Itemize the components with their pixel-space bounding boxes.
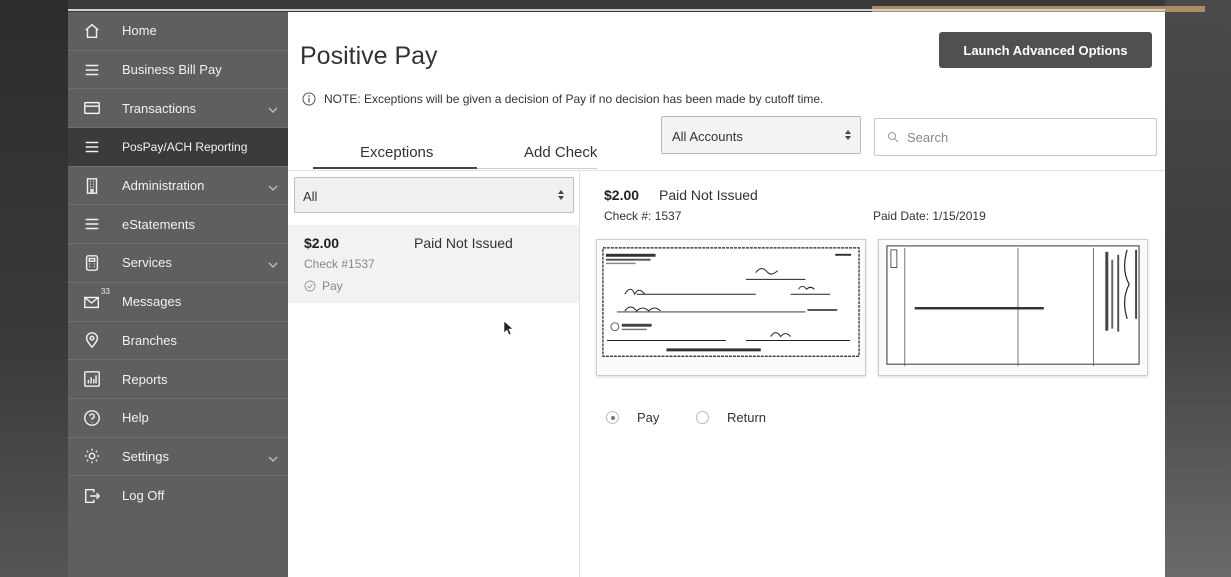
sidebar-item-messages[interactable]: 33 Messages bbox=[68, 283, 288, 322]
chevron-down-icon bbox=[268, 181, 278, 191]
decision-return-label: Return bbox=[727, 410, 767, 425]
exception-list-pane: All $2.00 Paid Not Issued Check #1537 Pa… bbox=[288, 171, 580, 577]
sidebar-item-settings[interactable]: Settings bbox=[68, 438, 288, 477]
active-tab-indicator bbox=[313, 167, 477, 169]
bar-chart-icon bbox=[82, 369, 102, 389]
sidebar-item-log-off[interactable]: Log Off bbox=[68, 476, 288, 515]
location-pin-icon bbox=[82, 330, 102, 350]
sidebar-item-reports[interactable]: Reports bbox=[68, 360, 288, 399]
exception-filter-select[interactable]: All bbox=[294, 177, 574, 213]
select-arrows-icon bbox=[844, 129, 852, 141]
radio-selected-icon bbox=[606, 411, 619, 424]
decision-pay-radio[interactable]: Pay bbox=[606, 410, 659, 425]
home-icon bbox=[82, 21, 102, 41]
chevron-down-icon bbox=[268, 452, 278, 462]
sidebar-item-transactions[interactable]: Transactions bbox=[68, 89, 288, 129]
sidebar-item-label: Transactions bbox=[122, 100, 196, 116]
background-right bbox=[1165, 0, 1231, 577]
search-placeholder: Search bbox=[907, 129, 949, 145]
sidebar-item-label: Log Off bbox=[122, 488, 165, 504]
exception-filter-value: All bbox=[303, 189, 318, 204]
decision-return-radio[interactable]: Return bbox=[696, 410, 766, 425]
tab-add-check[interactable]: Add Check bbox=[524, 144, 597, 161]
menu-icon bbox=[82, 137, 102, 157]
sidebar-item-home[interactable]: Home bbox=[68, 12, 288, 51]
sidebar-item-label: Settings bbox=[122, 448, 169, 464]
cutoff-note: NOTE: Exceptions will be given a decisio… bbox=[302, 92, 823, 106]
check-front-image[interactable] bbox=[596, 239, 866, 376]
check-circle-icon bbox=[304, 280, 316, 292]
sidebar-item-label: PosPay/ACH Reporting bbox=[122, 139, 248, 154]
sidebar-item-label: Branches bbox=[122, 332, 177, 348]
info-icon bbox=[302, 92, 316, 106]
message-count-badge: 33 bbox=[101, 286, 110, 296]
sidebar-item-label: Messages bbox=[122, 294, 182, 310]
accounts-select[interactable]: All Accounts bbox=[661, 116, 861, 154]
sidebar: Home Business Bill Pay Transactions PosP… bbox=[68, 12, 288, 577]
tab-exceptions[interactable]: Exceptions bbox=[360, 144, 433, 161]
mouse-cursor-icon bbox=[503, 320, 514, 336]
search-input[interactable]: Search bbox=[874, 118, 1157, 156]
search-icon bbox=[887, 131, 899, 143]
list-item[interactable]: $2.00 Paid Not Issued Check #1537 Pay bbox=[288, 225, 579, 303]
sidebar-item-services[interactable]: Services bbox=[68, 244, 288, 283]
main-content: Positive Pay Launch Advanced Options NOT… bbox=[288, 12, 1165, 577]
exception-decision-label: Pay bbox=[322, 279, 343, 293]
detail-status: Paid Not Issued bbox=[659, 187, 758, 203]
sidebar-item-pospay-ach-reporting[interactable]: PosPay/ACH Reporting bbox=[68, 128, 288, 167]
background-left bbox=[0, 0, 68, 577]
exception-status: Paid Not Issued bbox=[414, 235, 513, 251]
decision-pay-label: Pay bbox=[637, 410, 660, 425]
exception-decision: Pay bbox=[304, 279, 343, 293]
exception-amount: $2.00 bbox=[304, 235, 340, 251]
sidebar-item-label: Home bbox=[122, 23, 157, 39]
page-title: Positive Pay bbox=[300, 42, 438, 70]
envelope-icon: 33 bbox=[82, 287, 110, 312]
note-text: NOTE: Exceptions will be given a decisio… bbox=[324, 92, 824, 106]
check-back-image[interactable] bbox=[878, 239, 1148, 376]
sidebar-item-administration[interactable]: Administration bbox=[68, 167, 288, 206]
card-icon bbox=[82, 98, 102, 118]
building-icon bbox=[82, 176, 102, 196]
sidebar-item-label: Help bbox=[122, 410, 149, 426]
detail-paid-date: Paid Date: 1/15/2019 bbox=[873, 209, 986, 223]
help-icon bbox=[82, 408, 102, 428]
menu-icon bbox=[82, 214, 102, 234]
launch-advanced-options-button[interactable]: Launch Advanced Options bbox=[939, 32, 1152, 68]
menu-icon bbox=[82, 60, 102, 80]
sidebar-item-estatements[interactable]: eStatements bbox=[68, 205, 288, 245]
sidebar-item-branches[interactable]: Branches bbox=[68, 322, 288, 361]
sidebar-item-label: Administration bbox=[122, 178, 205, 194]
tab-divider bbox=[477, 168, 597, 169]
accounts-select-value: All Accounts bbox=[672, 129, 743, 144]
exception-check-number: Check #1537 bbox=[304, 257, 375, 271]
chevron-down-icon bbox=[268, 258, 278, 269]
radio-unselected-icon bbox=[696, 411, 709, 424]
chevron-down-icon bbox=[268, 103, 278, 114]
sidebar-item-label: Reports bbox=[122, 371, 168, 387]
detail-check-number: Check #: 1537 bbox=[604, 209, 682, 223]
select-arrows-icon bbox=[557, 189, 565, 201]
sidebar-item-label: Services bbox=[122, 255, 172, 271]
sidebar-item-help[interactable]: Help bbox=[68, 399, 288, 438]
calculator-icon bbox=[82, 253, 102, 273]
top-divider bbox=[68, 9, 1165, 11]
sidebar-item-label: eStatements bbox=[122, 216, 195, 232]
sidebar-item-label: Business Bill Pay bbox=[122, 62, 222, 78]
sidebar-item-business-bill-pay[interactable]: Business Bill Pay bbox=[68, 51, 288, 90]
logout-icon bbox=[82, 486, 102, 506]
detail-amount: $2.00 bbox=[604, 187, 640, 203]
gear-icon bbox=[82, 446, 102, 466]
